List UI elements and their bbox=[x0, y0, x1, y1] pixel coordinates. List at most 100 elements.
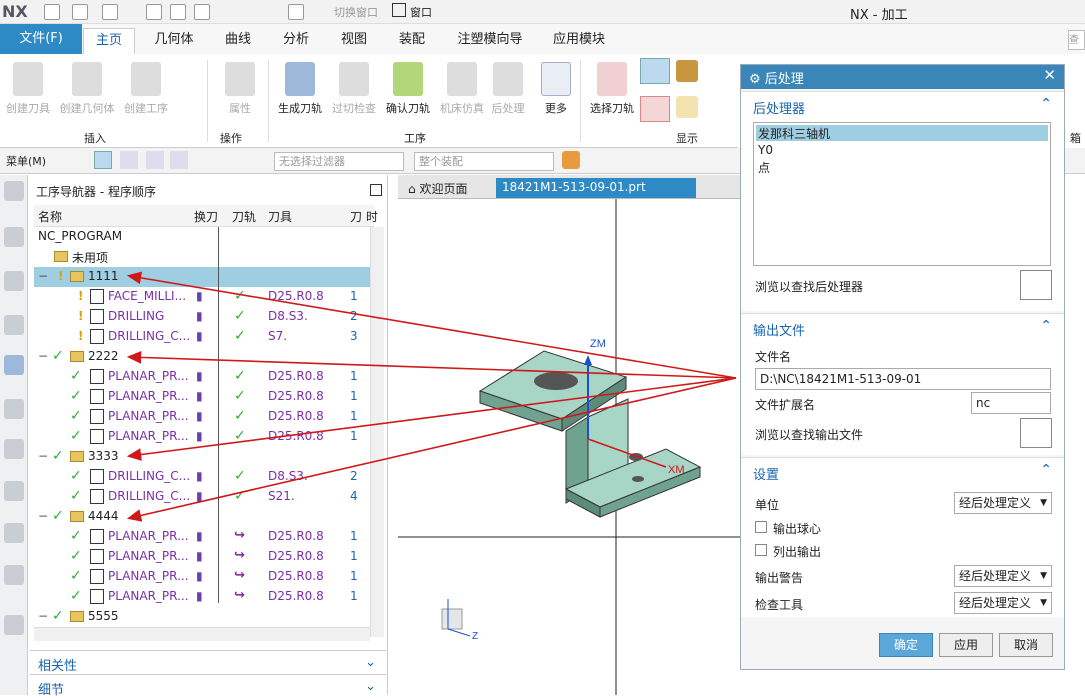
check-tool-select[interactable]: 经后处理定义 ▼ bbox=[954, 592, 1052, 614]
operation-navigator-icon[interactable] bbox=[4, 355, 24, 375]
method-view-icon[interactable] bbox=[170, 151, 188, 169]
program-group-row[interactable]: − ✓ 2222 bbox=[34, 347, 370, 367]
operation-row[interactable]: ! FACE_MILLI... ▮ ✓ D25.R0.8 1 bbox=[34, 287, 370, 307]
tab-mold-wizard[interactable]: 注塑模向导 bbox=[448, 28, 532, 52]
tool-display-icon[interactable] bbox=[676, 60, 698, 82]
part-model[interactable] bbox=[478, 350, 702, 518]
machine-sim-button[interactable]: 机床仿真 bbox=[436, 62, 488, 116]
model-canvas[interactable]: ZM XM Z bbox=[398, 199, 740, 695]
properties-button[interactable]: 属性 bbox=[214, 62, 266, 116]
operation-row[interactable]: ! DRILLING ▮ ✓ D8.S3. 2 bbox=[34, 307, 370, 327]
col-name[interactable]: 名称 bbox=[38, 208, 62, 225]
new-icon[interactable] bbox=[44, 4, 60, 20]
program-group-row[interactable]: −! 1111 bbox=[34, 267, 370, 287]
operation-row[interactable]: ✓ PLANAR_PR... ▮ ✓ D25.R0.8 1 bbox=[34, 367, 370, 387]
operation-row[interactable]: ✓ PLANAR_PR... ▮ ✓ D25.R0.8 1 bbox=[34, 407, 370, 427]
machine-tool-view-icon[interactable] bbox=[120, 151, 138, 169]
operation-row[interactable]: ! DRILLING_C... ▮ ✓ S7. 3 bbox=[34, 327, 370, 347]
postprocessor-list[interactable]: 发那科三轴机 Y0 点 bbox=[753, 122, 1051, 266]
collapse-icon[interactable]: − bbox=[38, 349, 48, 363]
operation-row[interactable]: ✓ PLANAR_PR... ▮ ✓ D25.R0.8 1 bbox=[34, 387, 370, 407]
hammer-icon[interactable] bbox=[288, 4, 304, 20]
history-icon[interactable] bbox=[4, 615, 24, 635]
chevron-up-icon[interactable]: ⌃ bbox=[1040, 462, 1052, 478]
snap-icon[interactable] bbox=[562, 151, 580, 169]
shop-doc-icon[interactable] bbox=[676, 96, 698, 118]
menu-button[interactable]: 菜单(M) bbox=[6, 153, 46, 169]
tab-geometry[interactable]: 几何体 bbox=[146, 28, 202, 52]
create-tool-button[interactable]: 创建刀具 bbox=[2, 62, 54, 116]
close-icon[interactable]: ✕ bbox=[1043, 66, 1056, 84]
display-stock-toggle[interactable] bbox=[640, 96, 670, 122]
verify-path-button[interactable]: 确认刀轨 bbox=[382, 62, 434, 116]
save-icon[interactable] bbox=[72, 4, 88, 20]
output-ball-checkbox[interactable] bbox=[755, 521, 767, 533]
program-group-row[interactable]: − ✓ 4444 bbox=[34, 507, 370, 527]
graphics-window[interactable]: ⌂ 欢迎页面 18421M1-513-09-01.prt ZM XM Z bbox=[398, 175, 740, 695]
col-tool-change[interactable]: 换刀 bbox=[194, 208, 218, 225]
tab-file[interactable]: 文件(F) bbox=[0, 24, 82, 54]
operation-row[interactable]: ✓ DRILLING_C... ▮ ✓ D8.S3. 2 bbox=[34, 467, 370, 487]
part-navigator-icon[interactable] bbox=[4, 227, 24, 247]
tab-assembly[interactable]: 装配 bbox=[388, 28, 436, 52]
list-item[interactable]: 发那科三轴机 bbox=[756, 125, 1048, 141]
roles-icon[interactable] bbox=[4, 565, 24, 585]
tab-home[interactable]: 主页 bbox=[83, 28, 135, 54]
select-path-button[interactable]: 选择刀轨 bbox=[586, 62, 638, 116]
dependencies-panel[interactable]: 相关性 ⌄ bbox=[30, 650, 386, 674]
cancel-button[interactable]: 取消 bbox=[999, 633, 1053, 657]
feature-navigator-icon[interactable] bbox=[4, 439, 24, 459]
tab-curve[interactable]: 曲线 bbox=[214, 28, 262, 52]
maximize-icon[interactable] bbox=[370, 184, 382, 196]
selection-filter-combo[interactable]: 无选择过滤器 bbox=[274, 152, 404, 171]
list-item[interactable]: 点 bbox=[754, 159, 1050, 175]
program-group-row[interactable]: − ✓ 5555 bbox=[34, 607, 370, 627]
collapse-icon[interactable]: − bbox=[38, 509, 48, 523]
program-group-row[interactable]: − ✓ 3333 bbox=[34, 447, 370, 467]
ok-button[interactable]: 确定 bbox=[879, 633, 933, 657]
search-field[interactable]: 查 bbox=[1068, 30, 1085, 50]
operation-row[interactable]: ✓ PLANAR_PR... ▮ ↪ D25.R0.8 1 bbox=[34, 587, 370, 607]
operation-row[interactable]: ✓ PLANAR_PR... ▮ ↪ D25.R0.8 1 bbox=[34, 567, 370, 587]
col-path[interactable]: 刀轨 bbox=[232, 208, 256, 225]
copy-icon[interactable] bbox=[170, 4, 186, 20]
machine-navigator-icon[interactable] bbox=[4, 399, 24, 419]
tab-welcome[interactable]: ⌂ 欢迎页面 bbox=[402, 178, 473, 198]
list-item[interactable]: Y0 bbox=[754, 143, 1050, 159]
assembly-scope-combo[interactable]: 整个装配 bbox=[414, 152, 554, 171]
apply-button[interactable]: 应用 bbox=[939, 633, 993, 657]
col-tool-number[interactable]: 刀 bbox=[350, 208, 362, 225]
program-order-view-icon[interactable] bbox=[94, 151, 112, 169]
warning-select[interactable]: 经后处理定义 ▼ bbox=[954, 565, 1052, 587]
collapse-icon[interactable]: − bbox=[38, 269, 48, 283]
col-tool[interactable]: 刀具 bbox=[268, 208, 292, 225]
chevron-up-icon[interactable]: ⌃ bbox=[1040, 96, 1052, 112]
col-time[interactable]: 时 bbox=[366, 208, 378, 225]
eye-icon[interactable] bbox=[4, 523, 24, 543]
operation-row[interactable]: ✓ PLANAR_PR... ▮ ↪ D25.R0.8 1 bbox=[34, 547, 370, 567]
geometry-view-icon[interactable] bbox=[146, 151, 164, 169]
tab-view[interactable]: 视图 bbox=[330, 28, 378, 52]
generate-path-button[interactable]: 生成刀轨 bbox=[274, 62, 326, 116]
window-menu[interactable]: 窗口 bbox=[410, 4, 432, 20]
details-panel[interactable]: 细节 ⌄ bbox=[30, 674, 386, 698]
browse-folder-icon[interactable] bbox=[1020, 270, 1052, 300]
extension-input[interactable]: nc bbox=[971, 392, 1051, 414]
more-button[interactable]: 更多 bbox=[530, 62, 582, 116]
chevron-up-icon[interactable]: ⌃ bbox=[1040, 318, 1052, 334]
filename-input[interactable]: D:\NC\18421M1-513-09-01 bbox=[755, 368, 1051, 390]
cut-icon[interactable] bbox=[146, 4, 162, 20]
vertical-scrollbar[interactable] bbox=[370, 227, 384, 637]
reuse-library-icon[interactable] bbox=[4, 481, 24, 501]
postprocess-button[interactable]: 后处理 bbox=[482, 62, 534, 116]
collapse-icon[interactable]: − bbox=[38, 609, 48, 623]
operation-row[interactable]: ✓ PLANAR_PR... ▮ ✓ D25.R0.8 1 bbox=[34, 427, 370, 447]
tree-unused[interactable]: 未用项 bbox=[34, 247, 370, 267]
create-operation-button[interactable]: 创建工序 bbox=[120, 62, 172, 116]
operation-row[interactable]: ✓ PLANAR_PR... ▮ ↪ D25.R0.8 1 bbox=[34, 527, 370, 547]
horizontal-scrollbar[interactable] bbox=[34, 627, 370, 641]
gouge-check-button[interactable]: 过切检查 bbox=[328, 62, 380, 116]
constraint-navigator-icon[interactable] bbox=[4, 315, 24, 335]
paste-icon[interactable] bbox=[194, 4, 210, 20]
tree-root[interactable]: NC_PROGRAM bbox=[34, 227, 370, 247]
